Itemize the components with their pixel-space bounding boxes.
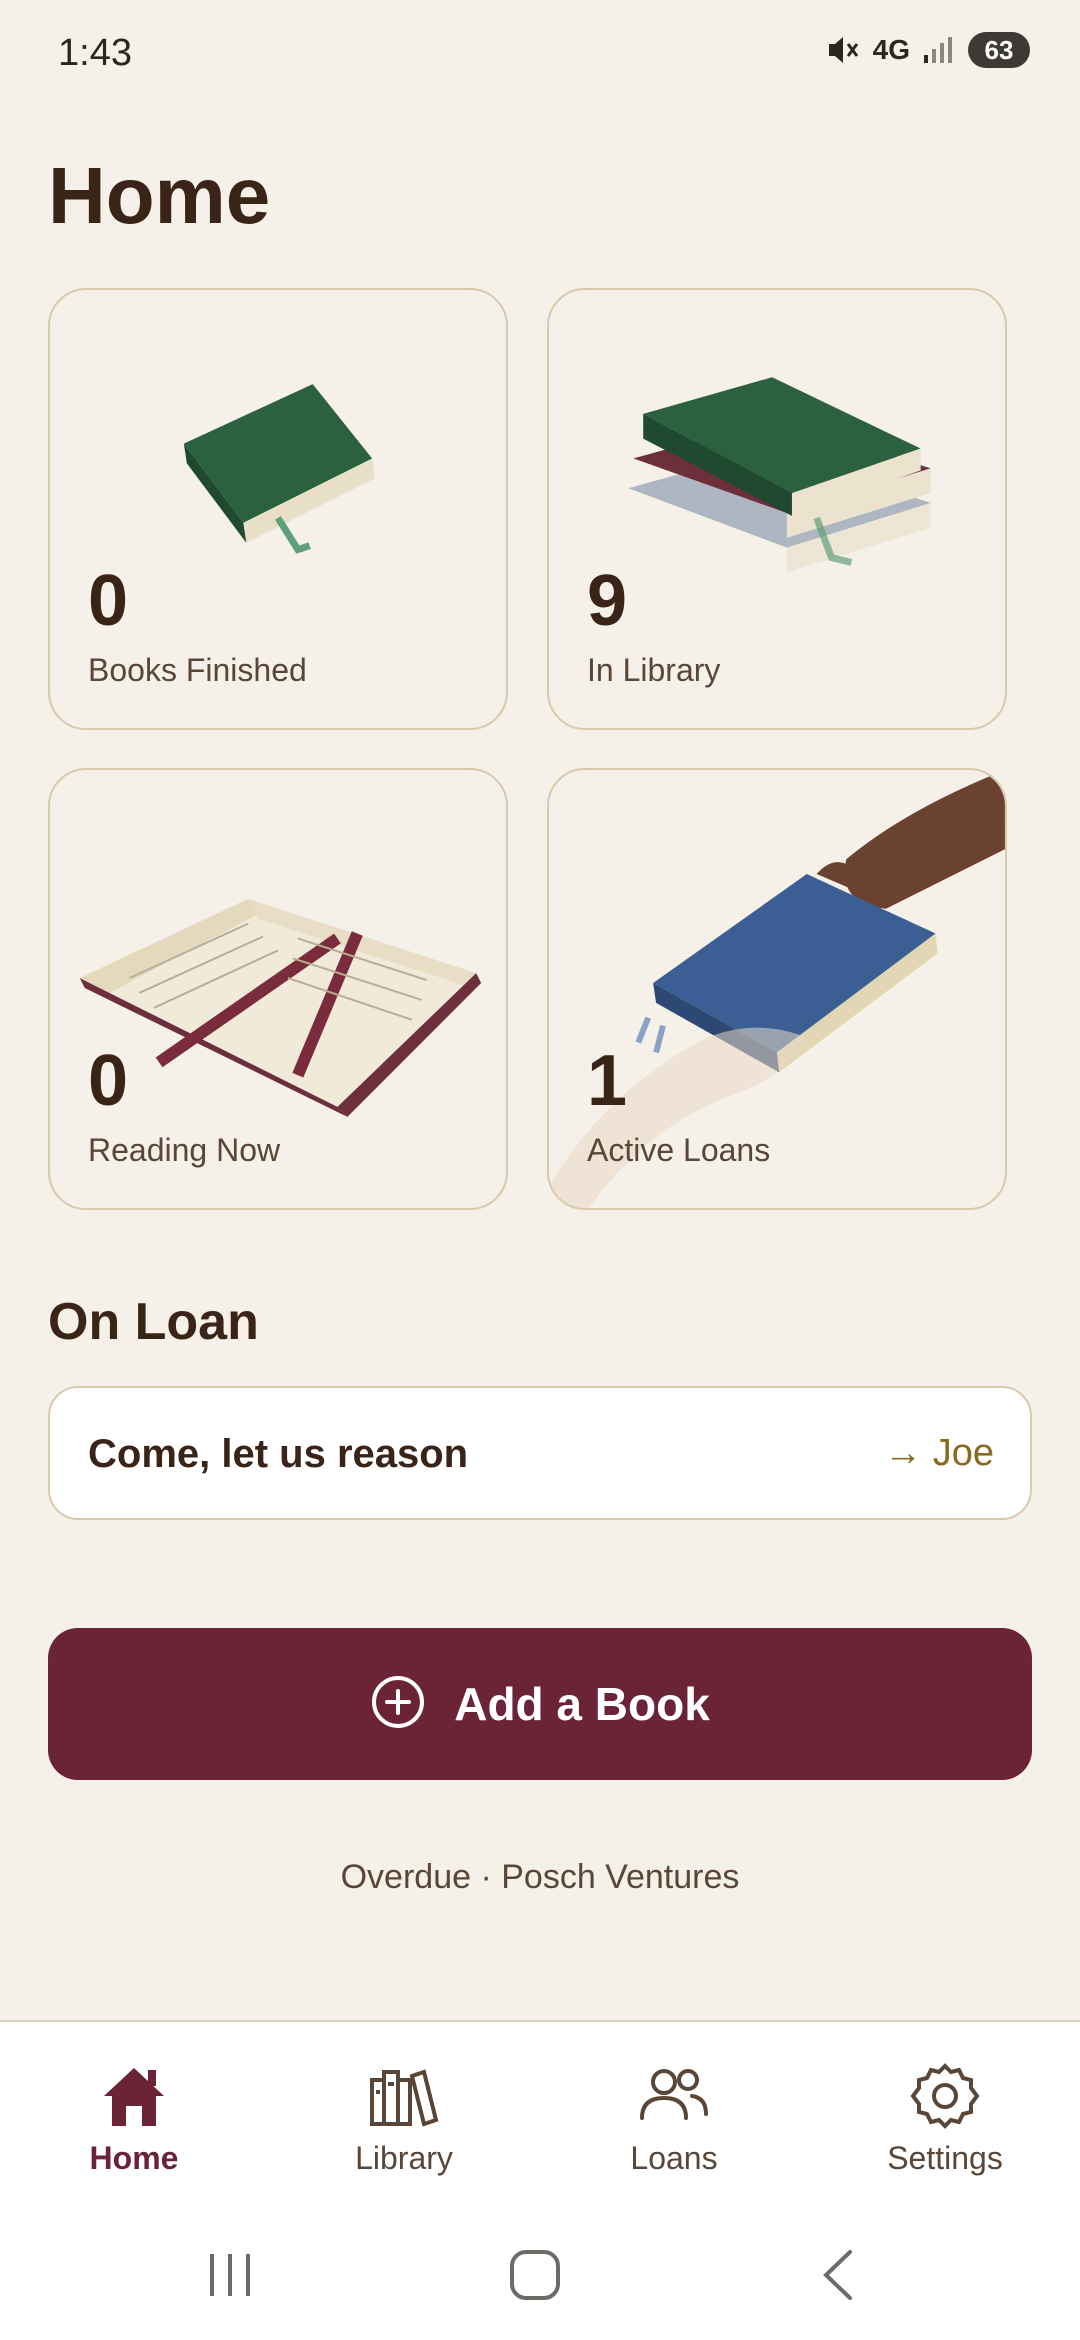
mute-icon — [825, 33, 861, 67]
loan-borrower: → Joe — [884, 1432, 994, 1474]
nav-label-home: Home — [89, 2140, 179, 2176]
footer-text: Overdue · Posch Ventures — [340, 1858, 740, 1896]
in-library-label: In Library — [587, 652, 721, 688]
nav-item-loans[interactable]: Loans — [574, 2062, 774, 2177]
loan-book-title: Come, let us reason — [88, 1432, 469, 1476]
active-loans-label: Active Loans — [587, 1132, 771, 1168]
books-finished-value: 0 — [88, 561, 129, 641]
system-nav-bar — [0, 2220, 1080, 2340]
library-icon — [304, 2062, 504, 2130]
home-system-icon[interactable] — [508, 2248, 562, 2307]
status-icons: 4G 63 — [825, 32, 1030, 68]
nav-item-library[interactable]: Library — [304, 2062, 504, 2177]
plus-circle-icon — [370, 1674, 426, 1735]
in-library-value: 9 — [587, 561, 628, 641]
reading-now-label: Reading Now — [88, 1132, 281, 1168]
stat-card-in-library[interactable]: 9 In Library — [547, 288, 1007, 730]
home-icon — [34, 2062, 234, 2130]
nav-item-home[interactable]: Home — [34, 2062, 234, 2177]
status-time: 1:43 — [58, 32, 132, 74]
back-icon[interactable] — [818, 2248, 858, 2307]
gear-icon — [845, 2062, 1045, 2130]
nav-label-library: Library — [355, 2140, 453, 2176]
recent-apps-icon[interactable] — [206, 2248, 256, 2307]
nav-label-loans: Loans — [630, 2140, 718, 2176]
people-icon — [574, 2062, 774, 2130]
home-screen: 1:43 4G 63 Home 0 Books Finished 9 In Li… — [0, 0, 1080, 2340]
stat-card-active-loans[interactable]: 1 Active Loans — [547, 768, 1007, 1210]
section-title-on-loan: On Loan — [48, 1293, 259, 1351]
add-book-label: Add a Book — [454, 1678, 710, 1730]
status-bar: 1:43 4G 63 — [0, 0, 1080, 110]
bottom-nav: Home Library Loans Settings — [0, 2020, 1080, 2220]
nav-item-settings[interactable]: Settings — [845, 2062, 1045, 2177]
battery-indicator: 63 — [968, 32, 1030, 68]
stat-card-books-finished[interactable]: 0 Books Finished — [48, 288, 508, 730]
page-title: Home — [48, 151, 271, 240]
network-label: 4G — [872, 34, 910, 65]
active-loans-value: 1 — [587, 1041, 628, 1121]
signal-icon — [922, 35, 956, 65]
loan-list-item[interactable]: Come, let us reason → Joe — [48, 1386, 1032, 1520]
books-finished-label: Books Finished — [88, 652, 307, 688]
nav-label-settings: Settings — [887, 2140, 1003, 2176]
reading-now-value: 0 — [88, 1041, 129, 1121]
stat-card-reading-now[interactable]: 0 Reading Now — [48, 768, 508, 1210]
add-book-button[interactable]: Add a Book — [48, 1628, 1032, 1780]
